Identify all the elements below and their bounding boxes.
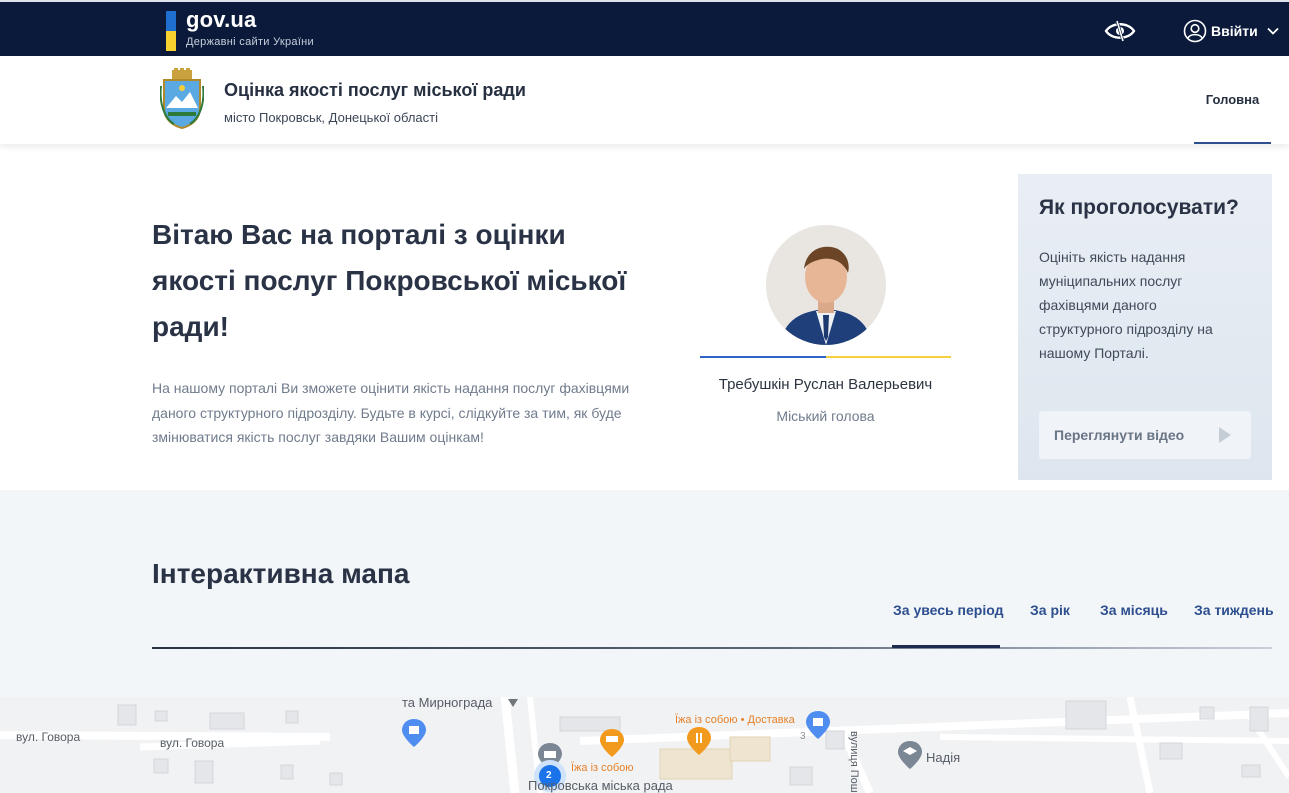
hero-title: Вітаю Вас на порталі з оцінки якості пос… xyxy=(152,219,627,342)
accessibility-eye-icon[interactable] xyxy=(1104,18,1136,44)
site-title[interactable]: Оцінка якості послуг міської ради xyxy=(224,80,526,101)
login-label: Ввійти xyxy=(1211,23,1258,39)
shopping-pin-icon[interactable] xyxy=(402,719,426,747)
school-pin-icon[interactable] xyxy=(898,741,922,769)
mayor-name: Требушкін Руслан Валерьевич xyxy=(718,376,933,393)
city-coat-of-arms-icon[interactable] xyxy=(159,68,205,130)
watch-video-button[interactable]: Переглянути відео xyxy=(1039,411,1251,459)
map-vertical-street-label: вулиця Пош xyxy=(848,731,860,793)
map-cluster-count[interactable]: 2 xyxy=(546,770,552,781)
map-title: Інтерактивна мапа xyxy=(152,558,410,589)
gov-ua-subtitle: Державні сайти України xyxy=(186,36,314,48)
mayor-divider xyxy=(700,356,951,358)
watch-video-label: Переглянути відео xyxy=(1054,427,1185,443)
user-icon xyxy=(1183,19,1207,43)
play-icon xyxy=(1219,427,1231,443)
food-pin-icon[interactable] xyxy=(600,729,624,757)
tab-all-time[interactable]: За увесь період xyxy=(893,602,1003,618)
site-header: Оцінка якості послуг міської ради місто … xyxy=(0,56,1289,144)
active-tab-indicator xyxy=(892,645,1000,648)
map-road-label: та Мирнограда xyxy=(402,697,493,710)
gov-ua-logo[interactable]: gov.ua xyxy=(186,7,256,33)
gov-top-bar: gov.ua Державні сайти України Ввійти xyxy=(0,0,1289,56)
map-poi-food-delivery[interactable]: Їжа із собою • Доставка xyxy=(675,714,795,726)
ukraine-flag-icon xyxy=(166,11,176,51)
mayor-role: Міський голова xyxy=(776,408,875,424)
map-building-number: 3 xyxy=(800,731,806,742)
nav-home-link[interactable]: Головна xyxy=(1194,56,1271,144)
tab-year[interactable]: За рік xyxy=(1030,602,1070,618)
map-street-label-2: вул. Говора xyxy=(160,736,225,750)
hero-text: На нашому порталі Ви зможете оцінити які… xyxy=(152,380,630,445)
how-to-vote-text: Оцініть якість надання муніципальних пос… xyxy=(1039,249,1213,361)
map-nadiya-label[interactable]: Надія xyxy=(926,750,960,765)
map-section: Інтерактивна мапа За увесь період За рік… xyxy=(0,490,1289,697)
how-to-vote-panel: Як проголосувати? Оцініть якість надання… xyxy=(1018,174,1272,480)
interactive-map[interactable]: вул. Говора вул. Говора та Мирнограда Їж… xyxy=(0,697,1289,793)
map-poi-food[interactable]: Їжа із собою xyxy=(571,762,634,774)
chevron-down-icon xyxy=(1267,27,1279,35)
tabs-divider xyxy=(152,647,1272,649)
map-street-label: вул. Говора xyxy=(16,730,81,744)
tab-month[interactable]: За місяць xyxy=(1100,602,1168,618)
how-to-vote-title: Як проголосувати? xyxy=(1039,196,1239,219)
mayor-avatar xyxy=(766,225,886,345)
tab-week[interactable]: За тиждень xyxy=(1194,602,1274,618)
site-subtitle: місто Покровськ, Донецької області xyxy=(224,110,438,125)
login-button[interactable]: Ввійти xyxy=(1183,17,1280,45)
